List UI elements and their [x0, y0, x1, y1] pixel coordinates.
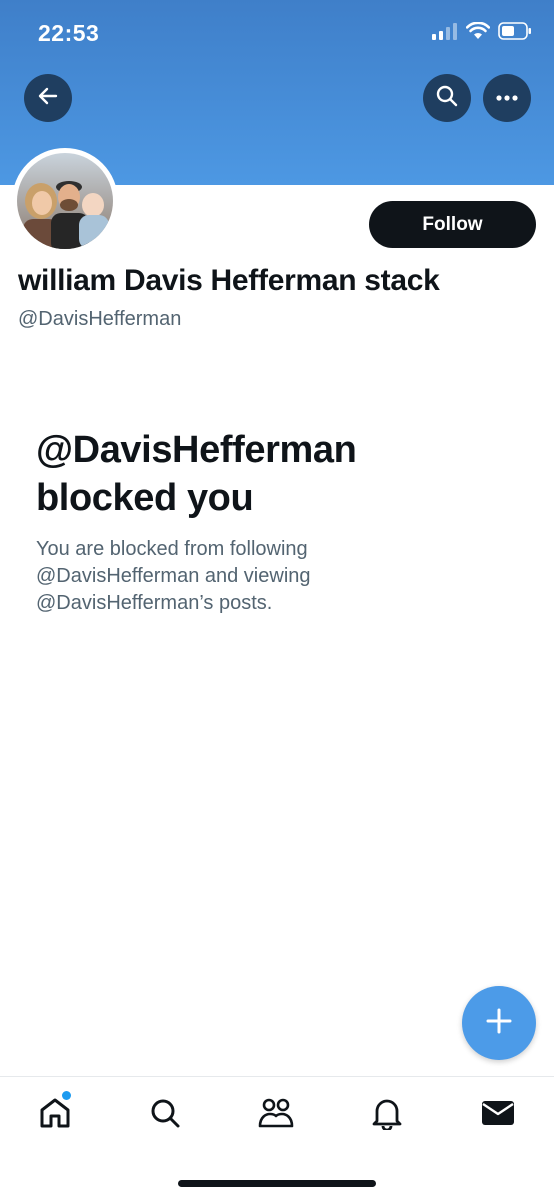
- profile-display-name: william Davis Hefferman stack: [18, 264, 440, 297]
- bell-icon: [371, 1096, 403, 1135]
- wifi-icon: [465, 21, 491, 45]
- blocked-title-line: blocked you: [36, 477, 254, 519]
- blocked-description: You are blocked from following @DavisHef…: [36, 536, 476, 617]
- blocked-description-line: You are blocked from following: [36, 538, 308, 560]
- blocked-title: @DavisHefferman blocked you: [36, 426, 506, 522]
- tab-search[interactable]: [145, 1095, 185, 1135]
- home-indicator-bar[interactable]: [178, 1180, 376, 1187]
- search-icon: [435, 84, 459, 113]
- avatar-photo: [17, 153, 113, 249]
- back-button[interactable]: [24, 74, 72, 122]
- tab-communities[interactable]: [256, 1095, 296, 1135]
- cellular-signal-icon: [432, 22, 458, 45]
- more-options-button[interactable]: [483, 74, 531, 122]
- profile-handle: @DavisHefferman: [18, 308, 182, 330]
- plus-icon: [485, 1007, 513, 1040]
- search-icon: [149, 1097, 181, 1134]
- blocked-description-line: @DavisHefferman and viewing: [36, 565, 311, 587]
- arrow-left-icon: [37, 85, 59, 112]
- tab-home[interactable]: [35, 1095, 75, 1135]
- compose-fab-button[interactable]: [462, 986, 536, 1060]
- status-bar: 22:53: [0, 0, 554, 66]
- profile-search-button[interactable]: [423, 74, 471, 122]
- communities-icon: [257, 1096, 295, 1135]
- status-icons: [432, 21, 532, 45]
- home-unread-indicator: [62, 1091, 71, 1100]
- tab-messages[interactable]: [478, 1095, 518, 1135]
- home-icon: [38, 1096, 72, 1135]
- battery-icon: [498, 22, 532, 45]
- status-time: 22:53: [38, 20, 100, 46]
- follow-button[interactable]: Follow: [369, 201, 536, 248]
- profile-avatar[interactable]: [12, 148, 118, 254]
- envelope-icon: [481, 1099, 515, 1132]
- blocked-description-line: @DavisHefferman’s posts.: [36, 592, 273, 614]
- more-horizontal-icon: [495, 89, 519, 107]
- tab-notifications[interactable]: [367, 1095, 407, 1135]
- blocked-title-line: @DavisHefferman: [36, 429, 357, 471]
